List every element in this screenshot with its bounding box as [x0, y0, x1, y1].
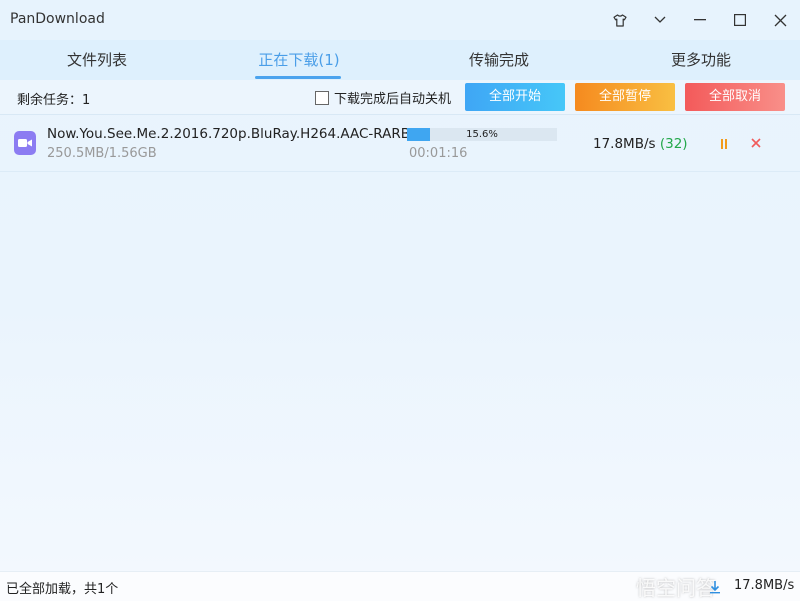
- start-all-button[interactable]: 全部开始: [465, 83, 565, 111]
- status-text: 已全部加载，共1个: [6, 582, 119, 597]
- video-file-icon: [14, 131, 36, 155]
- status-bar: 已全部加载，共1个 悟空问答 17.8MB/s: [0, 571, 800, 601]
- watermark: 悟空问答: [636, 576, 716, 600]
- elapsed-time: 00:01:16: [409, 146, 468, 161]
- maximize-button[interactable]: [726, 6, 754, 34]
- app-title: PanDownload: [10, 11, 105, 27]
- pause-all-button[interactable]: 全部暂停: [575, 83, 675, 111]
- tab-completed[interactable]: 传输完成: [449, 40, 549, 80]
- speed-value: 17.8MB/s: [593, 136, 656, 152]
- progress-bar: 15.6%: [407, 128, 557, 141]
- maximize-icon: [734, 14, 746, 26]
- download-row[interactable]: Now.You.See.Me.2.2016.720p.BluRay.H264.A…: [0, 115, 800, 172]
- tab-label: 传输完成: [468, 51, 529, 69]
- close-button[interactable]: [766, 6, 794, 34]
- pause-icon[interactable]: [717, 137, 731, 151]
- tab-label: 文件列表: [66, 51, 127, 69]
- close-icon: [774, 14, 786, 26]
- download-toolbar: 剩余任务：1 下载完成后自动关机 全部开始 全部暂停 全部取消: [0, 80, 800, 115]
- auto-shutdown-option[interactable]: 下载完成后自动关机: [315, 88, 451, 107]
- tab-label: 正在下载(1): [258, 51, 340, 69]
- pandownload-window: PanDownload 文件列表 正在下载(1) 传输完成 更多功能 剩余任务：…: [0, 0, 800, 601]
- active-tab-indicator: [255, 76, 341, 79]
- remove-icon[interactable]: [749, 135, 763, 149]
- progress-percent: 15.6%: [466, 129, 498, 140]
- chevron-down-icon: [654, 16, 666, 23]
- download-arrow-icon: [709, 579, 721, 594]
- auto-shutdown-checkbox[interactable]: [315, 90, 329, 105]
- file-size: 250.5MB/1.56GB: [47, 146, 157, 161]
- cancel-all-button[interactable]: 全部取消: [685, 83, 785, 111]
- menu-dropdown-button[interactable]: [646, 6, 674, 34]
- file-name: Now.You.See.Me.2.2016.720p.BluRay.H264.A…: [47, 126, 423, 142]
- tab-label: 更多功能: [670, 51, 731, 69]
- download-speed: 17.8MB/s (32): [593, 136, 688, 152]
- minimize-button[interactable]: [686, 6, 714, 34]
- total-speed: 17.8MB/s: [734, 578, 795, 593]
- skin-button[interactable]: [606, 6, 634, 34]
- title-bar: PanDownload: [0, 0, 800, 40]
- tab-file-list[interactable]: 文件列表: [47, 40, 147, 80]
- tab-more-features[interactable]: 更多功能: [651, 40, 751, 80]
- auto-shutdown-label: 下载完成后自动关机: [334, 92, 452, 107]
- tab-bar: 文件列表 正在下载(1) 传输完成 更多功能: [0, 40, 800, 80]
- tab-downloading[interactable]: 正在下载(1): [248, 40, 350, 80]
- connection-count: (32): [659, 136, 688, 152]
- minimize-icon: [694, 19, 706, 21]
- shirt-icon: [613, 13, 627, 27]
- remaining-tasks: 剩余任务：1: [17, 93, 91, 108]
